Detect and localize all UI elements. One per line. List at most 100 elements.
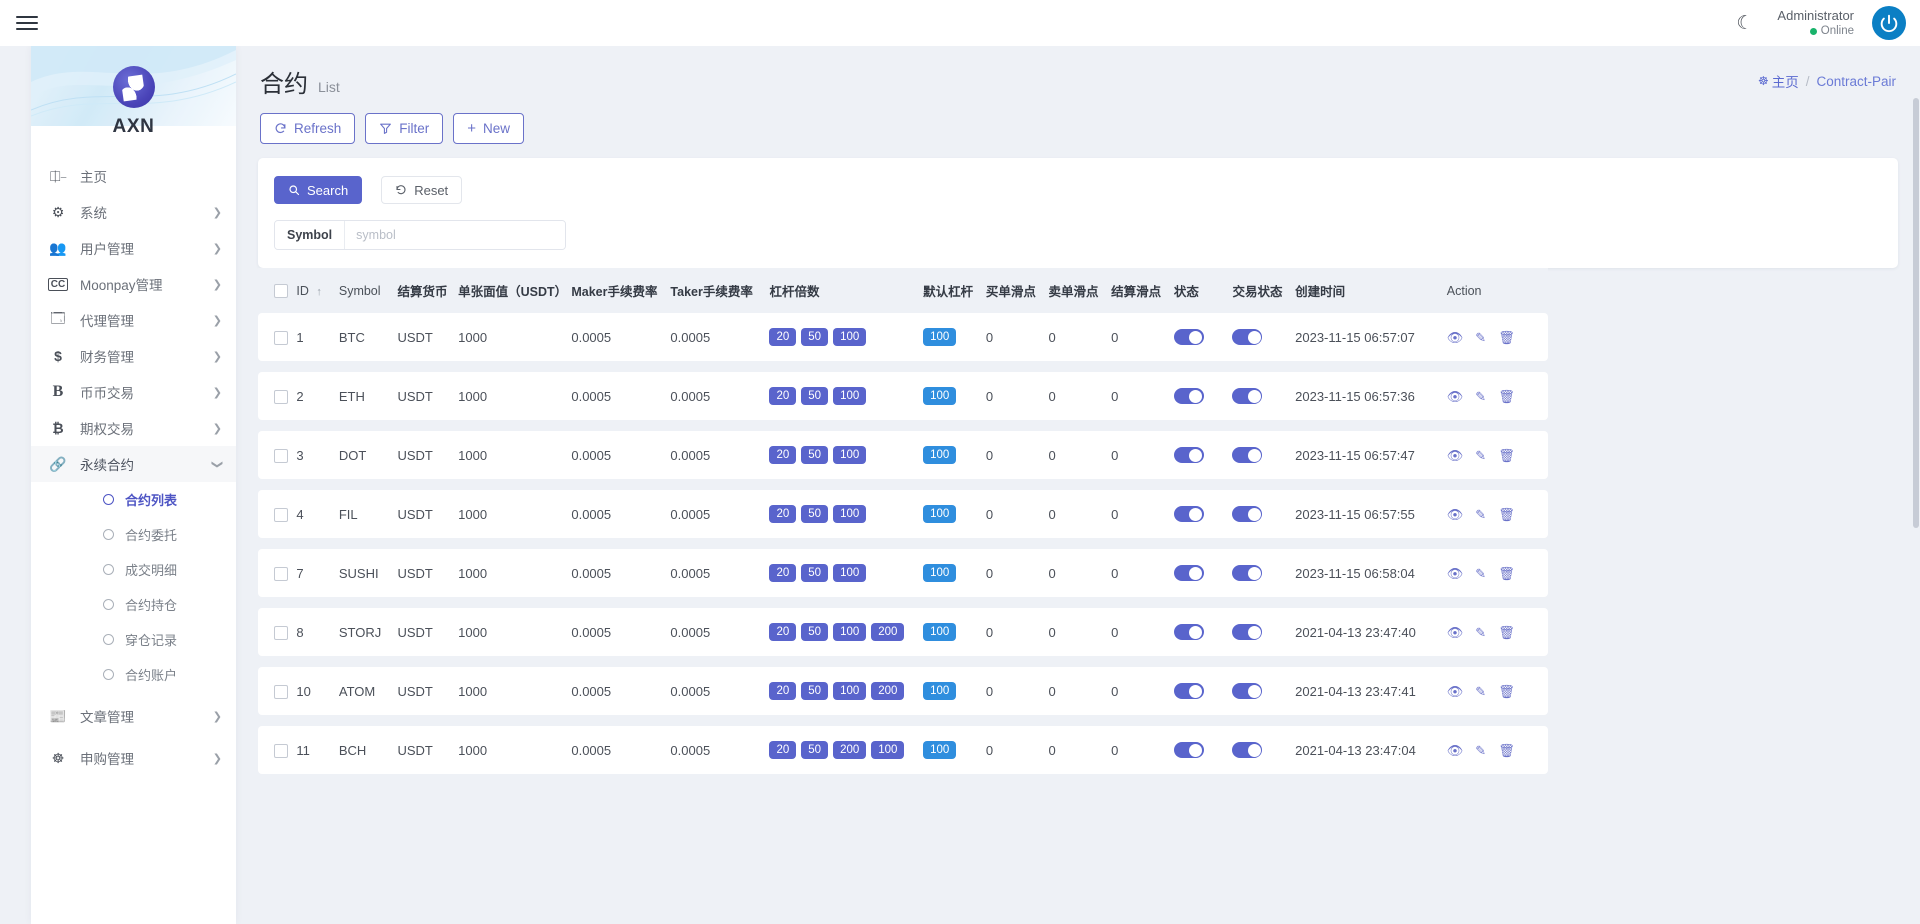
toggle-switch[interactable] — [1232, 683, 1262, 699]
sidebar-subitem-contract-accounts[interactable]: 合约账户 — [31, 657, 236, 692]
trash-icon[interactable]: 🗑 — [1498, 567, 1515, 580]
row-checkbox[interactable] — [274, 390, 288, 404]
row-checkbox[interactable] — [274, 744, 288, 758]
new-button[interactable]: + New — [453, 113, 524, 144]
leverage-badge[interactable]: 20 — [769, 741, 796, 759]
default-leverage-badge[interactable]: 100 — [923, 564, 956, 582]
leverage-badge[interactable]: 200 — [871, 623, 904, 641]
eye-icon[interactable]: 👁 — [1447, 744, 1464, 757]
table-row[interactable]: 11BCHUSDT10000.00050.0005205020010010000… — [258, 726, 1548, 774]
page-scrollbar-thumb[interactable] — [1913, 98, 1919, 528]
avatar[interactable] — [1872, 6, 1906, 40]
leverage-badge[interactable]: 100 — [871, 741, 904, 759]
sidebar-item-perpetual-contract[interactable]: 🔗 永续合约 ❯ — [31, 446, 236, 482]
eye-icon[interactable]: 👁 — [1447, 390, 1464, 403]
leverage-badge[interactable]: 100 — [833, 505, 866, 523]
eye-icon[interactable]: 👁 — [1447, 508, 1464, 521]
row-checkbox[interactable] — [274, 331, 288, 345]
sidebar-item-home[interactable]: ⎅⎯ 主页 — [31, 158, 236, 194]
sidebar-item-subscription-management[interactable]: ☸ 申购管理 ❯ — [31, 740, 236, 776]
moon-icon[interactable]: ☾ — [1730, 12, 1759, 35]
leverage-badge[interactable]: 50 — [801, 741, 828, 759]
leverage-badge[interactable]: 20 — [769, 387, 796, 405]
toggle-switch[interactable] — [1232, 388, 1262, 404]
toggle-switch[interactable] — [1174, 388, 1204, 404]
filter-button[interactable]: Filter — [365, 113, 443, 144]
toggle-switch[interactable] — [1232, 624, 1262, 640]
row-checkbox[interactable] — [274, 449, 288, 463]
toggle-switch[interactable] — [1174, 683, 1204, 699]
pencil-icon[interactable]: ✎ — [1475, 567, 1486, 580]
leverage-badge[interactable]: 50 — [801, 623, 828, 641]
trash-icon[interactable]: 🗑 — [1498, 685, 1515, 698]
leverage-badge[interactable]: 100 — [833, 623, 866, 641]
leverage-badge[interactable]: 20 — [769, 564, 796, 582]
th-id[interactable]: ID ↑ — [296, 268, 338, 313]
search-button[interactable]: Search — [274, 176, 362, 204]
table-row[interactable]: 2ETHUSDT10000.00050.00052050100100000202… — [258, 372, 1548, 420]
eye-icon[interactable]: 👁 — [1447, 567, 1464, 580]
table-row[interactable]: 10ATOMUSDT10000.00050.000520501002001000… — [258, 667, 1548, 715]
leverage-badge[interactable]: 100 — [833, 682, 866, 700]
reset-button[interactable]: Reset — [381, 176, 462, 204]
th-buy-slippage[interactable]: 买单滑点 — [986, 268, 1049, 313]
sidebar-scrollbar[interactable] — [231, 46, 236, 924]
eye-icon[interactable]: 👁 — [1447, 449, 1464, 462]
table-row[interactable]: 1BTCUSDT10000.00050.00052050100100000202… — [258, 313, 1548, 361]
trash-icon[interactable]: 🗑 — [1498, 390, 1515, 403]
table-row[interactable]: 4FILUSDT10000.00050.00052050100100000202… — [258, 490, 1548, 538]
table-row[interactable]: 8STORJUSDT10000.00050.000520501002001000… — [258, 608, 1548, 656]
leverage-badge[interactable]: 50 — [801, 387, 828, 405]
leverage-badge[interactable]: 20 — [769, 682, 796, 700]
sidebar-item-options-trading[interactable]: ₿ 期权交易 ❯ — [31, 410, 236, 446]
toggle-switch[interactable] — [1232, 565, 1262, 581]
th-taker-fee[interactable]: Taker手续费率 — [670, 268, 769, 313]
leverage-badge[interactable]: 50 — [801, 682, 828, 700]
leverage-badge[interactable]: 200 — [833, 741, 866, 759]
th-default-leverage[interactable]: 默认杠杆 — [923, 268, 986, 313]
default-leverage-badge[interactable]: 100 — [923, 328, 956, 346]
pencil-icon[interactable]: ✎ — [1475, 390, 1486, 403]
th-sell-slippage[interactable]: 卖单滑点 — [1048, 268, 1111, 313]
sidebar-item-spot-trading[interactable]: B 币币交易 ❯ — [31, 374, 236, 410]
select-all-checkbox[interactable] — [274, 284, 288, 298]
eye-icon[interactable]: 👁 — [1447, 685, 1464, 698]
toggle-switch[interactable] — [1174, 329, 1204, 345]
leverage-badge[interactable]: 100 — [833, 564, 866, 582]
trash-icon[interactable]: 🗑 — [1498, 331, 1515, 344]
sidebar-item-article-management[interactable]: 📰 文章管理 ❯ — [31, 698, 236, 734]
toggle-switch[interactable] — [1232, 447, 1262, 463]
toggle-switch[interactable] — [1174, 447, 1204, 463]
trash-icon[interactable]: 🗑 — [1498, 449, 1515, 462]
default-leverage-badge[interactable]: 100 — [923, 682, 956, 700]
pencil-icon[interactable]: ✎ — [1475, 449, 1486, 462]
leverage-badge[interactable]: 50 — [801, 446, 828, 464]
default-leverage-badge[interactable]: 100 — [923, 741, 956, 759]
sidebar-subitem-contract-positions[interactable]: 合约持仓 — [31, 587, 236, 622]
trash-icon[interactable]: 🗑 — [1498, 508, 1515, 521]
row-checkbox[interactable] — [274, 508, 288, 522]
trash-icon[interactable]: 🗑 — [1498, 626, 1515, 639]
th-created-time[interactable]: 创建时间 — [1295, 268, 1447, 313]
th-symbol[interactable]: Symbol — [339, 268, 398, 313]
row-checkbox[interactable] — [274, 685, 288, 699]
sidebar-subitem-contract-orders[interactable]: 合约委托 — [31, 517, 236, 552]
symbol-input[interactable] — [345, 221, 565, 249]
leverage-badge[interactable]: 50 — [801, 564, 828, 582]
sidebar-item-user-management[interactable]: 👥 用户管理 ❯ — [31, 230, 236, 266]
toggle-switch[interactable] — [1232, 506, 1262, 522]
pencil-icon[interactable]: ✎ — [1475, 508, 1486, 521]
leverage-badge[interactable]: 200 — [871, 682, 904, 700]
sidebar-subitem-trade-details[interactable]: 成交明细 — [31, 552, 236, 587]
leverage-badge[interactable]: 50 — [801, 328, 828, 346]
row-checkbox[interactable] — [274, 626, 288, 640]
eye-icon[interactable]: 👁 — [1447, 331, 1464, 344]
leverage-badge[interactable]: 100 — [833, 446, 866, 464]
th-status[interactable]: 状态 — [1174, 268, 1233, 313]
row-checkbox[interactable] — [274, 567, 288, 581]
sidebar-item-system[interactable]: ⚙ 系统 ❯ — [31, 194, 236, 230]
default-leverage-badge[interactable]: 100 — [923, 446, 956, 464]
default-leverage-badge[interactable]: 100 — [923, 505, 956, 523]
default-leverage-badge[interactable]: 100 — [923, 387, 956, 405]
th-settlement-currency[interactable]: 结算货币 — [397, 268, 458, 313]
